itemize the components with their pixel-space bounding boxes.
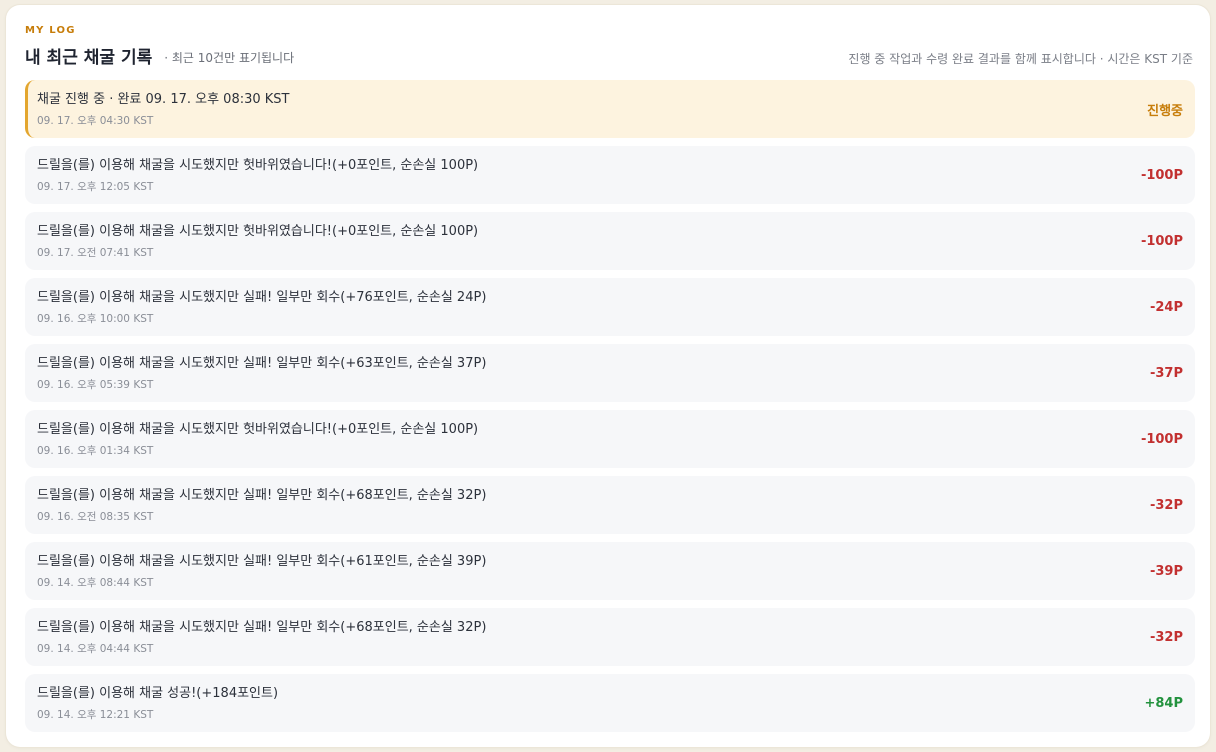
page-subtitle: · 최근 10건만 표기됩니다 <box>164 51 295 65</box>
log-result-amount: -32P <box>1149 629 1183 645</box>
log-result-amount: -39P <box>1149 563 1183 579</box>
title-row: 내 최근 채굴 기록 · 최근 10건만 표기됩니다 <box>25 44 294 72</box>
log-list: 채굴 진행 중 · 완료 09. 17. 오후 08:30 KST 09. 17… <box>25 80 1195 740</box>
log-result-amount: -24P <box>1149 299 1183 315</box>
log-result-amount: -32P <box>1149 497 1183 513</box>
log-item: 드릴을(를) 이용해 채굴을 시도했지만 실패! 일부만 회수(+76포인트, … <box>25 278 1195 336</box>
log-time: 09. 14. 오후 04:44 KST <box>37 643 154 655</box>
log-text: 채굴 진행 중 · 완료 09. 17. 오후 08:30 KST <box>37 92 290 107</box>
log-time: 09. 17. 오전 07:41 KST <box>37 247 154 259</box>
log-item: 드릴을(를) 이용해 채굴을 시도했지만 실패! 일부만 회수(+68포인트, … <box>25 476 1195 534</box>
log-result-amount: +84P <box>1144 695 1183 711</box>
log-time: 09. 16. 오후 05:39 KST <box>37 379 154 391</box>
log-time: 09. 16. 오후 01:34 KST <box>37 445 154 457</box>
header-note: 진행 중 작업과 수령 완료 결과를 함께 표시합니다 · 시간은 KST 기준 <box>848 52 1193 66</box>
log-item: 드릴을(를) 이용해 채굴을 시도했지만 헛바위였습니다!(+0포인트, 순손실… <box>25 146 1195 204</box>
log-item: 드릴을(를) 이용해 채굴을 시도했지만 실패! 일부만 회수(+63포인트, … <box>25 344 1195 402</box>
log-item-pending: 채굴 진행 중 · 완료 09. 17. 오후 08:30 KST 09. 17… <box>25 80 1195 138</box>
log-text: 드릴을(를) 이용해 채굴을 시도했지만 실패! 일부만 회수(+68포인트, … <box>37 620 487 635</box>
log-item: 드릴을(를) 이용해 채굴을 시도했지만 헛바위였습니다!(+0포인트, 순손실… <box>25 410 1195 468</box>
log-item: 드릴을(를) 이용해 채굴 성공!(+184포인트) 09. 14. 오후 12… <box>25 674 1195 732</box>
log-item: 드릴을(를) 이용해 채굴을 시도했지만 실패! 일부만 회수(+68포인트, … <box>25 608 1195 666</box>
log-time: 09. 14. 오후 08:44 KST <box>37 577 154 589</box>
log-result-amount: -37P <box>1149 365 1183 381</box>
log-result-amount: -100P <box>1140 167 1183 183</box>
log-text: 드릴을(를) 이용해 채굴을 시도했지만 실패! 일부만 회수(+68포인트, … <box>37 488 487 503</box>
log-time: 09. 17. 오후 04:30 KST <box>37 115 154 127</box>
log-time: 09. 16. 오전 08:35 KST <box>37 511 154 523</box>
log-result-amount: -100P <box>1140 431 1183 447</box>
log-item: 드릴을(를) 이용해 채굴을 시도했지만 헛바위였습니다!(+0포인트, 순손실… <box>25 212 1195 270</box>
mining-log-panel: MY LOG 내 최근 채굴 기록 · 최근 10건만 표기됩니다 진행 중 작… <box>6 5 1210 747</box>
log-text: 드릴을(를) 이용해 채굴을 시도했지만 실패! 일부만 회수(+61포인트, … <box>37 554 487 569</box>
log-text: 드릴을(를) 이용해 채굴을 시도했지만 헛바위였습니다!(+0포인트, 순손실… <box>37 422 479 437</box>
log-text: 드릴을(를) 이용해 채굴을 시도했지만 헛바위였습니다!(+0포인트, 순손실… <box>37 158 479 173</box>
log-text: 드릴을(를) 이용해 채굴을 시도했지만 실패! 일부만 회수(+76포인트, … <box>37 290 487 305</box>
log-time: 09. 14. 오후 12:21 KST <box>37 709 154 721</box>
section-eyebrow: MY LOG <box>25 25 76 36</box>
log-item: 드릴을(를) 이용해 채굴을 시도했지만 실패! 일부만 회수(+61포인트, … <box>25 542 1195 600</box>
log-text: 드릴을(를) 이용해 채굴을 시도했지만 헛바위였습니다!(+0포인트, 순손실… <box>37 224 479 239</box>
log-time: 09. 16. 오후 10:00 KST <box>37 313 154 325</box>
page-title: 내 최근 채굴 기록 <box>25 48 153 68</box>
log-text: 드릴을(를) 이용해 채굴 성공!(+184포인트) <box>37 686 279 701</box>
log-time: 09. 17. 오후 12:05 KST <box>37 181 154 193</box>
log-result-badge: 진행중 <box>1147 103 1183 119</box>
log-result-amount: -100P <box>1140 233 1183 249</box>
log-text: 드릴을(를) 이용해 채굴을 시도했지만 실패! 일부만 회수(+63포인트, … <box>37 356 487 371</box>
